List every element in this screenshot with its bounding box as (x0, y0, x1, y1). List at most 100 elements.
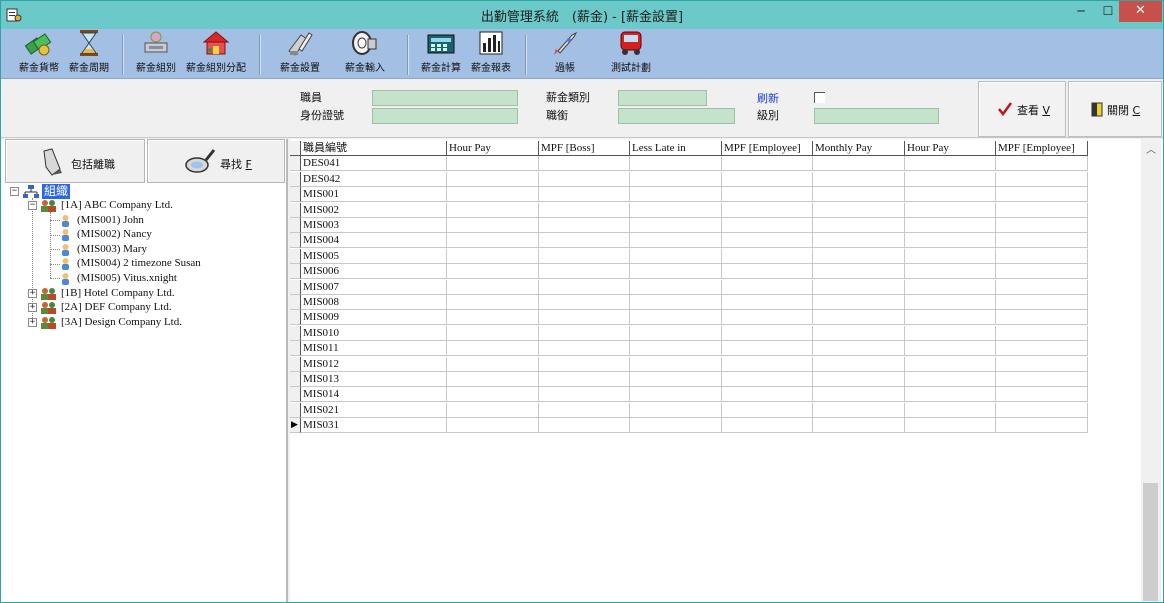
grid-cell[interactable] (722, 218, 813, 233)
employee-id-cell[interactable]: DES041 (301, 156, 447, 171)
toolbar-calculator-button[interactable]: 薪金計算 (419, 29, 463, 74)
grid-cell[interactable] (722, 156, 813, 171)
grid-cell[interactable] (447, 310, 539, 325)
row-selector[interactable] (290, 218, 301, 233)
grid-cell[interactable] (539, 172, 630, 187)
grid-cell[interactable] (539, 218, 630, 233)
grid-cell[interactable] (447, 172, 539, 187)
grid-cell[interactable] (539, 403, 630, 418)
grid-cell[interactable] (630, 203, 722, 218)
grid-cell[interactable] (813, 418, 905, 433)
grid-cell[interactable] (722, 172, 813, 187)
employee-id-cell[interactable]: MIS004 (301, 233, 447, 248)
grid-cell[interactable] (722, 357, 813, 372)
column-header[interactable]: Less Late in (630, 141, 722, 156)
grid-cell[interactable] (905, 310, 996, 325)
grid-cell[interactable] (996, 310, 1088, 325)
grid-cell[interactable] (813, 387, 905, 402)
grid-cell[interactable] (813, 233, 905, 248)
column-header[interactable]: MPF [Employee] (996, 141, 1088, 156)
grid-cell[interactable] (813, 172, 905, 187)
row-selector[interactable] (290, 403, 301, 418)
grid-cell[interactable] (630, 187, 722, 202)
row-selector[interactable] (290, 280, 301, 295)
employee-id-cell[interactable]: MIS014 (301, 387, 447, 402)
grid-cell[interactable] (447, 233, 539, 248)
grid-cell[interactable] (996, 357, 1088, 372)
toolbar-currency-button[interactable]: 薪金貨幣 (17, 29, 61, 74)
grid-cell[interactable] (722, 187, 813, 202)
grid-cell[interactable] (447, 326, 539, 341)
toolbar-salary-group-button[interactable]: 薪金組別 (132, 29, 180, 74)
grid-cell[interactable] (630, 156, 722, 171)
row-selector[interactable] (290, 341, 301, 356)
scroll-up-arrow-icon[interactable]: ︿ (1141, 141, 1161, 157)
grid-cell[interactable] (630, 403, 722, 418)
grid-cell[interactable] (905, 264, 996, 279)
vertical-scrollbar[interactable]: ︿ (1141, 139, 1161, 602)
row-selector[interactable] (290, 249, 301, 264)
toolbar-group-assign-button[interactable]: 薪金組別分配 (184, 29, 248, 74)
grid-cell[interactable] (539, 326, 630, 341)
grid-cell[interactable] (996, 172, 1088, 187)
grid-cell[interactable] (722, 233, 813, 248)
grid-cell[interactable] (996, 203, 1088, 218)
grid-cell[interactable] (813, 203, 905, 218)
employee-id-cell[interactable]: MIS012 (301, 357, 447, 372)
id-number-field[interactable] (372, 108, 518, 124)
grid-cell[interactable] (722, 249, 813, 264)
grid-cell[interactable] (630, 249, 722, 264)
grid-cell[interactable] (630, 233, 722, 248)
grid-cell[interactable] (813, 372, 905, 387)
scrollbar-thumb[interactable] (1143, 483, 1158, 601)
row-selector[interactable] (290, 357, 301, 372)
grid-cell[interactable] (630, 264, 722, 279)
close-button[interactable]: 關閉 C (1068, 81, 1162, 137)
grid-cell[interactable] (813, 218, 905, 233)
grid-cell[interactable] (722, 264, 813, 279)
grid-cell[interactable] (996, 156, 1088, 171)
grid-cell[interactable] (447, 403, 539, 418)
row-selector[interactable] (290, 172, 301, 187)
grid-cell[interactable] (447, 295, 539, 310)
grid-cell[interactable] (630, 372, 722, 387)
grid-cell[interactable] (996, 280, 1088, 295)
grid-cell[interactable] (630, 387, 722, 402)
grid-cell[interactable] (447, 264, 539, 279)
grid-cell[interactable] (813, 156, 905, 171)
grid-cell[interactable] (539, 372, 630, 387)
expand-toggle[interactable]: + (28, 318, 37, 327)
grid-cell[interactable] (905, 233, 996, 248)
employee-id-cell[interactable]: MIS001 (301, 187, 447, 202)
grid-cell[interactable] (630, 326, 722, 341)
toolbar-test-plan-button[interactable]: 測試計劃 (607, 29, 655, 74)
grid-cell[interactable] (905, 172, 996, 187)
grid-cell[interactable] (813, 326, 905, 341)
refresh-label[interactable]: 刷新 (757, 90, 779, 106)
grid-cell[interactable] (722, 280, 813, 295)
grid-cell[interactable] (905, 156, 996, 171)
grid-cell[interactable] (539, 295, 630, 310)
grid-cell[interactable] (905, 326, 996, 341)
collapse-toggle[interactable]: − (10, 187, 19, 196)
toolbar-salary-input-button[interactable]: 薪金輸入 (343, 29, 387, 74)
grid-cell[interactable] (447, 418, 539, 433)
grid-cell[interactable] (539, 387, 630, 402)
grid-cell[interactable] (722, 372, 813, 387)
grid-cell[interactable] (630, 357, 722, 372)
position-field[interactable] (618, 108, 735, 124)
column-header[interactable]: Hour Pay (447, 141, 539, 156)
row-selector[interactable] (290, 387, 301, 402)
column-header[interactable]: MPF [Boss] (539, 141, 630, 156)
grid-cell[interactable] (539, 280, 630, 295)
employee-id-cell[interactable]: MIS009 (301, 310, 447, 325)
toolbar-cycle-button[interactable]: 薪金周期 (67, 29, 111, 74)
grid-cell[interactable] (996, 403, 1088, 418)
grid-cell[interactable] (813, 280, 905, 295)
employee-id-cell[interactable]: MIS008 (301, 295, 447, 310)
employee-id-cell[interactable]: DES042 (301, 172, 447, 187)
row-selector[interactable] (290, 310, 301, 325)
employee-id-cell[interactable]: MIS013 (301, 372, 447, 387)
grid-cell[interactable] (905, 187, 996, 202)
grid-cell[interactable] (630, 218, 722, 233)
